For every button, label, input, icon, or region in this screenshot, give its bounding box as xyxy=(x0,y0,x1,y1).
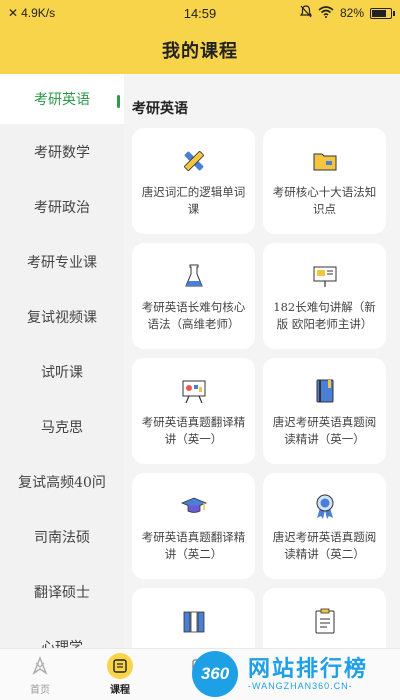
tab-label: 课程 xyxy=(110,685,130,696)
course-card[interactable]: 182长难句讲解（新版 欧阳老师主讲） xyxy=(263,243,386,349)
course-content: 考研英语 唐迟词汇的逻辑单词课 考研核心十大语法知识点 考研英语长难句核心语法（… xyxy=(124,74,400,648)
course-title: 考研核心十大语法知识点 xyxy=(272,185,377,216)
course-card[interactable] xyxy=(263,588,386,648)
course-card[interactable]: 唐迟考研英语真题阅读精讲（英一） xyxy=(263,358,386,464)
course-title: 唐迟考研英语真题阅读精讲（英二） xyxy=(272,530,377,561)
award-medal-icon xyxy=(310,491,340,521)
course-card[interactable] xyxy=(132,588,255,648)
course-card[interactable]: 考研英语真题翻译精讲（英一） xyxy=(132,358,255,464)
sidebar-item-marx[interactable]: 马克思 xyxy=(0,399,124,454)
sidebar-item-retest-video[interactable]: 复试视频课 xyxy=(0,289,124,344)
mute-bell-icon xyxy=(299,5,313,21)
wifi-icon xyxy=(318,5,334,21)
watermark-logo: 360 xyxy=(192,651,238,697)
notebook-icon xyxy=(310,376,340,406)
sidebar-item-psychology[interactable]: 心理学 xyxy=(0,619,124,649)
section-title: 考研英语 xyxy=(132,101,188,117)
course-title: 唐迟词汇的逻辑单词课 xyxy=(141,185,246,216)
sidebar-item-sinan-law[interactable]: 司南法硕 xyxy=(0,509,124,564)
course-title: 考研英语真题翻译精讲（英二） xyxy=(141,530,246,561)
sidebar-item-kaoyan-math[interactable]: 考研数学 xyxy=(0,124,124,179)
easel-icon xyxy=(179,376,209,406)
sidebar-item-kaoyan-politics[interactable]: 考研政治 xyxy=(0,179,124,234)
sidebar-item-translation[interactable]: 翻译硕士 xyxy=(0,564,124,619)
course-card[interactable]: 考研英语长难句核心语法（高维老师） xyxy=(132,243,255,349)
course-icon xyxy=(107,653,133,679)
course-card[interactable]: 考研英语真题翻译精讲（英二） xyxy=(132,473,255,579)
flask-icon xyxy=(179,261,209,291)
watermark-en: -WANGZHAN360.CN- xyxy=(248,681,353,691)
presentation-board-icon xyxy=(310,261,340,291)
status-bar: ✕ 4.9K/s 14:59 82% xyxy=(0,0,400,26)
category-sidebar: 考研英语 考研数学 考研政治 考研专业课 复试视频课 试听课 马克思 复试高频4… xyxy=(0,74,124,648)
course-title: 唐迟考研英语真题阅读精讲（英一） xyxy=(272,415,377,446)
battery-icon xyxy=(370,7,395,19)
battery-percent: 82% xyxy=(339,6,364,20)
sidebar-item-kaoyan-major[interactable]: 考研专业课 xyxy=(0,234,124,289)
course-title: 182长难句讲解（新版 欧阳老师主讲） xyxy=(273,300,376,331)
tab-course[interactable]: 课程 xyxy=(90,649,150,700)
course-card[interactable]: 唐迟考研英语真题阅读精讲（英二） xyxy=(263,473,386,579)
course-title: 考研英语长难句核心语法（高维老师） xyxy=(141,300,246,331)
watermark-cn: 网站排行榜 xyxy=(248,656,369,682)
pencil-ruler-icon xyxy=(179,146,209,176)
site-watermark: 360 网站排行榜 -WANGZHAN360.CN- xyxy=(192,648,400,700)
sidebar-item-trial[interactable]: 试听课 xyxy=(0,344,124,399)
sidebar-item-kaoyan-english[interactable]: 考研英语 xyxy=(0,74,124,124)
page-title: 我的课程 xyxy=(0,26,400,74)
graduation-cap-icon xyxy=(179,491,209,521)
sidebar-item-retest-40[interactable]: 复试高频40问 xyxy=(0,454,124,509)
course-card[interactable]: 唐迟词汇的逻辑单词课 xyxy=(132,128,255,234)
checklist-icon xyxy=(310,606,340,636)
course-card[interactable]: 考研核心十大语法知识点 xyxy=(263,128,386,234)
battery-fill xyxy=(372,9,386,17)
course-title: 考研英语真题翻译精讲（英一） xyxy=(141,415,246,446)
tab-home[interactable]: 首页 xyxy=(10,649,70,700)
watermark-text: 网站排行榜 -WANGZHAN360.CN- xyxy=(248,657,368,691)
status-right: 82% xyxy=(299,5,395,21)
tab-label: 首页 xyxy=(30,685,50,696)
home-icon xyxy=(27,653,53,679)
folder-icon xyxy=(310,146,340,176)
books-icon xyxy=(179,606,209,636)
